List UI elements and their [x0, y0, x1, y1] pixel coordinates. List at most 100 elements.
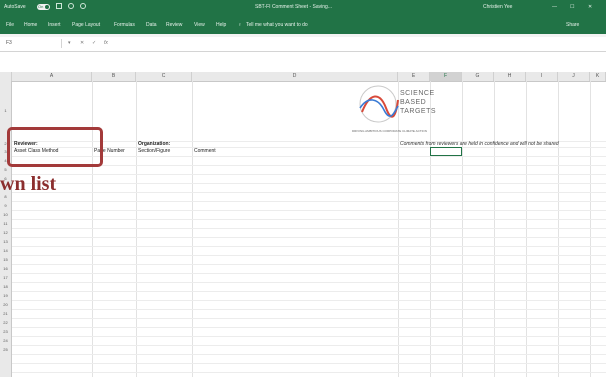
row-header-22[interactable]: 22 — [0, 318, 12, 327]
gridline — [12, 318, 606, 319]
cell-confidential-note[interactable]: Comments from reviewers are held in conf… — [400, 141, 559, 147]
cell-section-figure[interactable]: Section/Figure — [138, 148, 170, 154]
gridline — [12, 327, 606, 328]
logo-tagline: DRIVING AMBITIOUS CORPORATE CLIMATE ACTI… — [352, 129, 427, 133]
close-icon[interactable]: ✕ — [588, 4, 592, 10]
gridline — [12, 246, 606, 247]
gridline — [590, 81, 591, 377]
logo-line-1: SCIENCE — [400, 90, 435, 97]
active-cell[interactable] — [430, 147, 462, 156]
tab-data[interactable]: Data — [146, 22, 157, 28]
gridline — [12, 219, 606, 220]
column-headers: A B C D E F G H I J K — [0, 72, 606, 82]
row-header-21[interactable]: 21 — [0, 309, 12, 318]
select-all-corner[interactable] — [0, 72, 12, 81]
user-name[interactable]: Christien Yee — [483, 4, 512, 10]
gridline — [12, 282, 606, 283]
enter-icon[interactable]: ✓ — [92, 39, 96, 48]
row-header-24[interactable]: 24 — [0, 336, 12, 345]
tab-view[interactable]: View — [194, 22, 205, 28]
gridline — [12, 174, 606, 175]
column-header-b[interactable]: B — [92, 72, 136, 81]
row-header-20[interactable]: 20 — [0, 300, 12, 309]
gridline — [494, 81, 495, 377]
column-header-j[interactable]: J — [558, 72, 590, 81]
gridline — [558, 81, 559, 377]
row-header-25[interactable]: 25 — [0, 345, 12, 377]
gridline — [12, 336, 606, 337]
row-header-15[interactable]: 15 — [0, 255, 12, 264]
column-header-e[interactable]: E — [398, 72, 430, 81]
column-header-f[interactable]: F — [430, 72, 462, 81]
cell-organization[interactable]: Organization: — [138, 141, 170, 147]
row-header-23[interactable]: 23 — [0, 327, 12, 336]
window-title: SBT-FI Comment Sheet - Saving... — [255, 4, 332, 10]
row-header-10[interactable]: 10 — [0, 210, 12, 219]
row-header-9[interactable]: 9 — [0, 201, 12, 210]
row-header-14[interactable]: 14 — [0, 246, 12, 255]
gridline — [192, 81, 193, 377]
gridline — [136, 81, 137, 377]
row-header-17[interactable]: 17 — [0, 273, 12, 282]
tab-help[interactable]: Help — [216, 22, 226, 28]
gridline — [12, 183, 606, 184]
share-button[interactable]: Share — [566, 22, 579, 28]
column-header-c[interactable]: C — [136, 72, 192, 81]
autosave-label: AutoSave — [4, 4, 26, 10]
row-header-18[interactable]: 18 — [0, 282, 12, 291]
sbt-logo: SCIENCE BASED TARGETS — [356, 82, 446, 132]
row-header-19[interactable]: 19 — [0, 291, 12, 300]
gridline — [462, 81, 463, 377]
autosave-toggle[interactable]: On — [37, 4, 50, 10]
minimize-icon[interactable]: — — [552, 4, 557, 10]
tab-page-layout[interactable]: Page Layout — [72, 22, 100, 28]
gridline — [12, 309, 606, 310]
column-header-h[interactable]: H — [494, 72, 526, 81]
gridline — [12, 264, 606, 265]
fx-icon[interactable]: fx — [104, 39, 108, 48]
gridline — [12, 300, 606, 301]
gridline — [526, 81, 527, 377]
cell-comment[interactable]: Comment — [194, 148, 216, 154]
sbt-logo-mark — [359, 85, 399, 123]
gridline — [12, 192, 606, 193]
column-header-a[interactable]: A — [12, 72, 92, 81]
cancel-icon[interactable]: ✕ — [80, 39, 84, 48]
column-header-k[interactable]: K — [590, 72, 606, 81]
title-bar: AutoSave On SBT-FI Comment Sheet - Savin… — [0, 0, 606, 14]
tab-formulas[interactable]: Formulas — [114, 22, 135, 28]
column-header-i[interactable]: I — [526, 72, 558, 81]
row-header-12[interactable]: 12 — [0, 228, 12, 237]
gridline — [12, 363, 606, 364]
redo-icon[interactable] — [80, 3, 86, 9]
column-header-d[interactable]: D — [192, 72, 398, 81]
row-header-13[interactable]: 13 — [0, 237, 12, 246]
gridline — [12, 255, 606, 256]
formula-input[interactable] — [118, 39, 602, 48]
gridline — [12, 228, 606, 229]
gridline — [12, 273, 606, 274]
gridline — [12, 237, 606, 238]
row-header-11[interactable]: 11 — [0, 219, 12, 228]
gridline — [12, 210, 606, 211]
ribbon-tabs: File Home Insert Page Layout Formulas Da… — [0, 14, 606, 34]
gridline — [12, 291, 606, 292]
save-icon[interactable] — [56, 3, 62, 9]
gridline — [12, 372, 606, 373]
tab-home[interactable]: Home — [24, 22, 37, 28]
gridline — [12, 354, 606, 355]
autosave-state: On — [38, 4, 44, 9]
logo-line-2: BASED — [400, 99, 427, 106]
row-header-16[interactable]: 16 — [0, 264, 12, 273]
tab-file[interactable]: File — [6, 22, 14, 28]
tab-review[interactable]: Review — [166, 22, 182, 28]
restore-icon[interactable]: ☐ — [570, 4, 574, 10]
undo-icon[interactable] — [68, 3, 74, 9]
callout-box — [7, 127, 103, 167]
logo-line-3: TARGETS — [400, 108, 437, 115]
column-header-g[interactable]: G — [462, 72, 494, 81]
name-box[interactable]: F3 — [2, 39, 62, 48]
tab-insert[interactable]: Insert — [48, 22, 61, 28]
tell-me-box[interactable]: Tell me what you want to do — [246, 22, 308, 28]
chevron-down-icon[interactable]: ▾ — [68, 39, 71, 48]
